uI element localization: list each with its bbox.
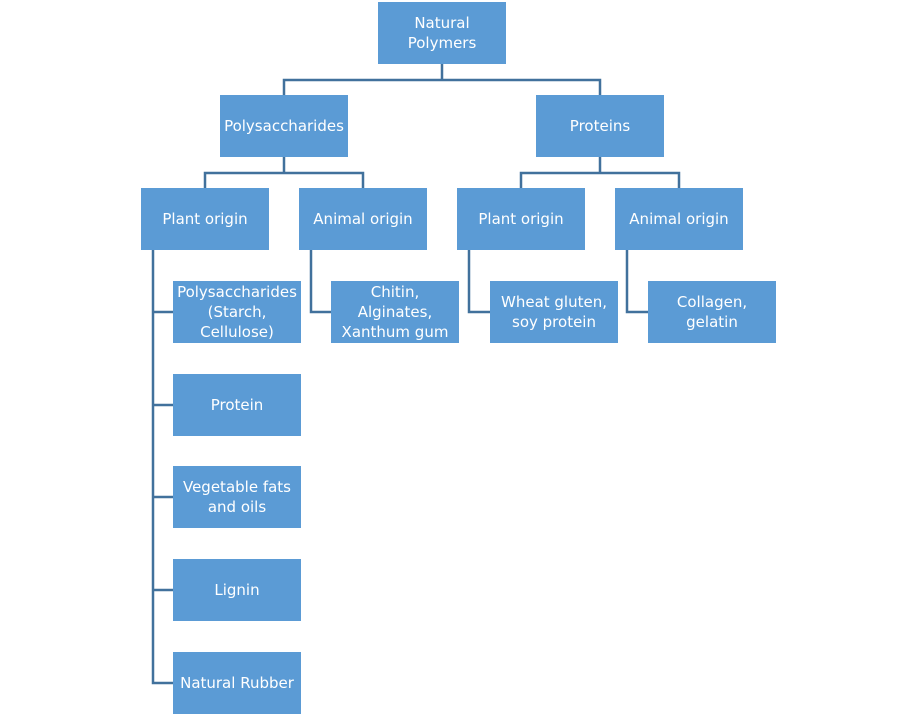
node-leaf-lignin: Lignin bbox=[173, 559, 301, 621]
node-proteins-animal-origin: Animal origin bbox=[615, 188, 743, 250]
node-proteins: Proteins bbox=[536, 95, 664, 157]
node-leaf-wheat-gluten: Wheat gluten, soy protein bbox=[490, 281, 618, 343]
node-leaf-vegetable-fats-oils: Vegetable fats and oils bbox=[173, 466, 301, 528]
connector-poly-plant-list bbox=[151, 250, 173, 685]
node-polysaccharides: Polysaccharides bbox=[220, 95, 348, 157]
connector-proteins-children bbox=[519, 157, 681, 188]
node-proteins-plant-origin: Plant origin bbox=[457, 188, 585, 250]
node-natural-polymers: Natural Polymers bbox=[378, 2, 506, 64]
connector-protein-plant-leaf bbox=[467, 250, 490, 314]
node-leaf-natural-rubber: Natural Rubber bbox=[173, 652, 301, 714]
node-leaf-polysaccharides-starch-cellulose: Polysaccharides (Starch, Cellulose) bbox=[173, 281, 301, 343]
node-polysaccharides-plant-origin: Plant origin bbox=[141, 188, 269, 250]
connector-poly-animal-leaf bbox=[309, 250, 331, 314]
connector-polysaccharides-children bbox=[203, 157, 365, 188]
node-leaf-chitin-alginates: Chitin, Alginates, Xanthum gum bbox=[331, 281, 459, 343]
node-polysaccharides-animal-origin: Animal origin bbox=[299, 188, 427, 250]
connector-protein-animal-leaf bbox=[625, 250, 648, 314]
connector-root-level1 bbox=[282, 64, 602, 95]
node-leaf-protein: Protein bbox=[173, 374, 301, 436]
connector-lines bbox=[151, 64, 681, 685]
node-leaf-collagen-gelatin: Collagen, gelatin bbox=[648, 281, 776, 343]
